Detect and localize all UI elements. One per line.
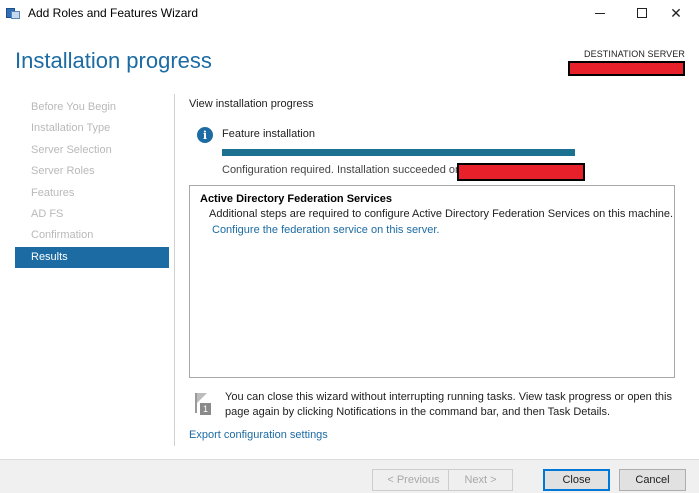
close-button[interactable]: Close [543,469,610,491]
nav-item-server-roles: Server Roles [31,165,95,178]
redacted-server-name [568,61,685,76]
result-description: Additional steps are required to configu… [209,208,674,220]
title-bar: Add Roles and Features Wizard ✕ [0,0,699,26]
info-icon: i [197,127,213,143]
previous-button[interactable]: < Previous [372,469,455,491]
page-title: Installation progress [15,48,212,73]
feature-installation-label: Feature installation [222,128,315,140]
nav-item-confirmation: Confirmation [31,229,94,242]
notification-badge: 1 [200,403,211,415]
notification-flag-icon: 1 [195,393,213,415]
close-window-button[interactable]: ✕ [653,0,699,26]
close-icon: ✕ [670,4,682,21]
progress-fill [222,149,575,156]
nav-item-server-selection: Server Selection [31,143,112,156]
cancel-button[interactable]: Cancel [619,469,686,491]
wizard-steps-nav: Before You Begin Installation Type Serve… [15,97,169,269]
nav-item-installation-type: Installation Type [31,122,111,135]
maximize-icon [637,8,647,18]
minimize-icon [595,12,605,14]
minimize-button[interactable] [577,0,623,26]
results-panel: Active Directory Federation Services Add… [189,185,675,378]
window-title: Add Roles and Features Wizard [28,6,199,20]
configure-federation-link[interactable]: Configure the federation service on this… [212,224,439,236]
result-title: Active Directory Federation Services [200,193,392,205]
wizard-footer: < Previous Next > Close Cancel [0,459,699,493]
nav-item-results[interactable]: Results [15,246,169,269]
divider [174,94,175,446]
redacted-server-name [457,163,585,181]
export-configuration-link[interactable]: Export configuration settings [189,429,328,441]
server-manager-icon [6,6,20,19]
nav-item-before-you-begin: Before You Begin [31,101,117,113]
installation-progress-bar [222,149,575,156]
nav-item-features: Features [31,186,75,199]
section-heading: View installation progress [189,98,314,110]
nav-item-ad-fs: AD FS [31,207,64,220]
installation-status: Configuration required. Installation suc… [222,164,462,176]
next-button[interactable]: Next > [448,469,513,491]
destination-server-label: DESTINATION SERVER [584,49,685,59]
close-wizard-note: You can close this wizard without interr… [225,391,672,418]
